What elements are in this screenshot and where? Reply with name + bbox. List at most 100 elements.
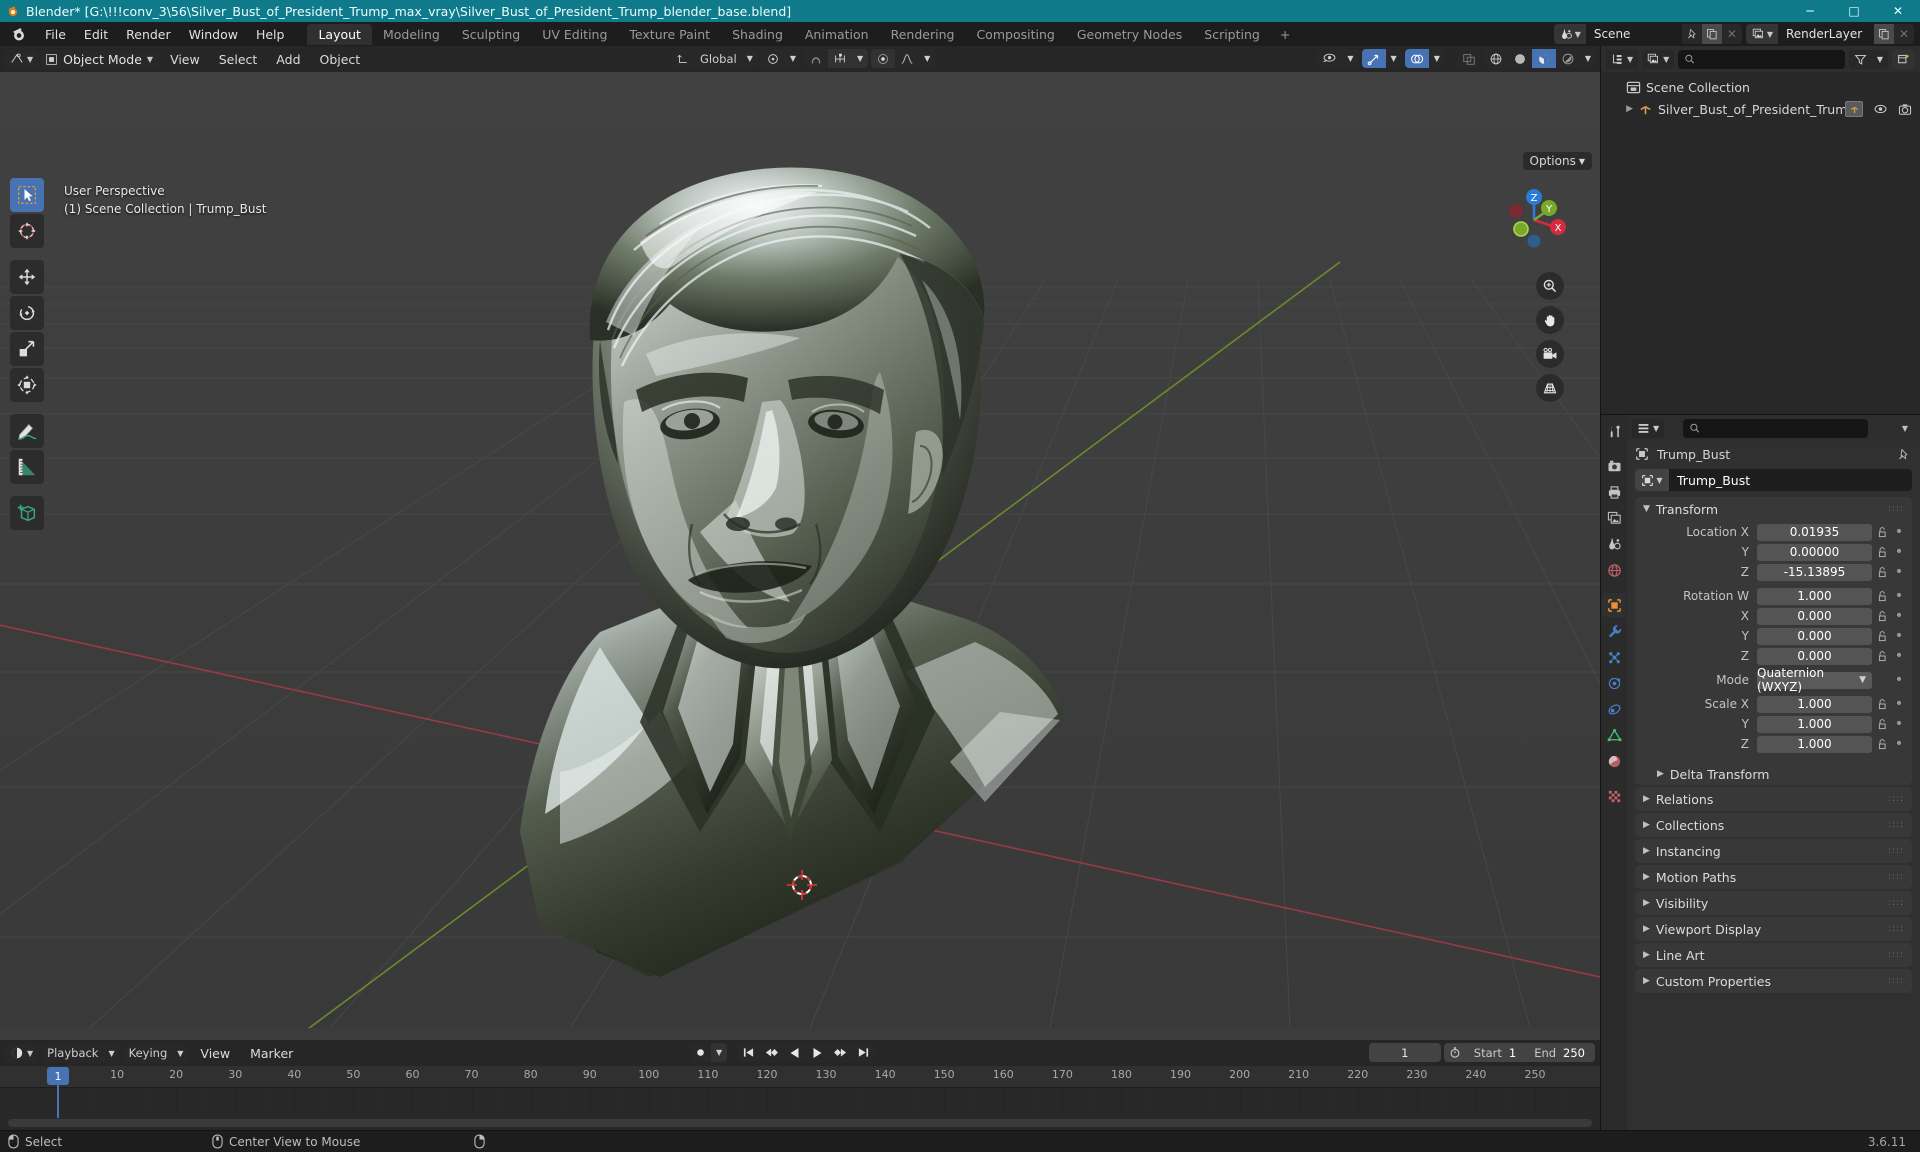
animate-property-dot[interactable]: • bbox=[1892, 609, 1906, 623]
snap-chevron-down-icon[interactable]: ▼ bbox=[852, 49, 869, 68]
viewport-menu-view[interactable]: View bbox=[162, 50, 208, 69]
animate-property-dot[interactable]: • bbox=[1892, 717, 1906, 731]
shading-mode-group[interactable]: ▼ bbox=[1483, 49, 1596, 68]
lock-toggle[interactable] bbox=[1872, 630, 1892, 643]
playback-menu[interactable]: Playback ▼ bbox=[42, 1043, 120, 1063]
move-view-button[interactable] bbox=[1536, 306, 1564, 334]
tab-object-data[interactable] bbox=[1602, 723, 1626, 747]
delete-viewlayer-button[interactable]: ✕ bbox=[1894, 24, 1914, 44]
chevron-right-icon[interactable]: ▶ bbox=[1643, 794, 1650, 804]
new-scene-button[interactable] bbox=[1701, 24, 1722, 44]
cursor-tool-button[interactable] bbox=[10, 214, 44, 248]
overlay-chevron-down-icon[interactable]: ▼ bbox=[1428, 49, 1445, 68]
tab-render[interactable] bbox=[1602, 454, 1626, 478]
scale-tool-button[interactable] bbox=[10, 332, 44, 366]
lock-toggle[interactable] bbox=[1872, 718, 1892, 731]
properties-panel-motion-paths[interactable]: ▶ Motion Paths:::: bbox=[1635, 865, 1912, 889]
lock-toggle[interactable] bbox=[1872, 526, 1892, 539]
gizmo-toggle-group[interactable]: ▼ bbox=[1361, 49, 1402, 68]
shading-chevron-down-icon[interactable]: ▼ bbox=[1579, 49, 1596, 68]
chevron-right-icon[interactable]: ▶ bbox=[1643, 820, 1650, 830]
timeline-horizontal-scrollbar[interactable] bbox=[8, 1119, 1592, 1127]
lock-toggle[interactable] bbox=[1872, 566, 1892, 579]
filter-chevron-down-icon[interactable]: ▼ bbox=[1871, 49, 1888, 69]
auto-keying-toggle[interactable]: ▼ bbox=[690, 1043, 728, 1062]
tab-sculpting[interactable]: Sculpting bbox=[451, 24, 531, 45]
outliner-row-scene-collection[interactable]: Scene Collection bbox=[1601, 76, 1920, 98]
jump-to-end-button[interactable] bbox=[852, 1043, 876, 1062]
transform-row-value[interactable]: 0.00000 bbox=[1757, 543, 1872, 561]
falloff-icon[interactable] bbox=[895, 49, 920, 68]
lock-toggle[interactable] bbox=[1872, 610, 1892, 623]
scene-icon[interactable]: ▼ bbox=[1553, 24, 1586, 44]
chevron-right-icon[interactable]: ▶ bbox=[1657, 769, 1664, 779]
next-keyframe-button[interactable] bbox=[828, 1043, 853, 1062]
transform-row-value[interactable]: -15.13895 bbox=[1757, 563, 1872, 581]
viewport-options-button[interactable]: Options ▼ bbox=[1522, 152, 1592, 170]
pin-scene-icon[interactable] bbox=[1682, 24, 1702, 44]
playhead-handle[interactable]: 1 bbox=[47, 1067, 69, 1085]
animate-property-dot[interactable]: • bbox=[1892, 565, 1906, 579]
delete-scene-button[interactable]: ✕ bbox=[1722, 24, 1742, 44]
properties-panel-viewport-display[interactable]: ▶ Viewport Display:::: bbox=[1635, 917, 1912, 941]
keying-label[interactable]: Keying bbox=[123, 1043, 173, 1063]
playback-label[interactable]: Playback bbox=[42, 1043, 104, 1063]
editor-type-icon[interactable]: ▼ bbox=[5, 49, 39, 69]
magnet-icon[interactable] bbox=[804, 49, 828, 68]
animate-property-dot[interactable]: • bbox=[1892, 649, 1906, 663]
tab-geometry-nodes[interactable]: Geometry Nodes bbox=[1066, 24, 1193, 45]
visibility-selector[interactable]: ▼ bbox=[1317, 49, 1359, 68]
tab-modeling[interactable]: Modeling bbox=[372, 24, 451, 45]
chevron-right-icon[interactable]: ▶ bbox=[1643, 898, 1650, 908]
new-viewlayer-button[interactable] bbox=[1874, 24, 1894, 44]
proportional-icon[interactable] bbox=[871, 49, 896, 68]
current-frame-field[interactable]: 1 bbox=[1368, 1043, 1441, 1062]
scene-selector[interactable]: ▼ Scene ✕ bbox=[1553, 24, 1742, 44]
transform-row-dropdown[interactable]: Quaternion (WXYZ) ▼ bbox=[1757, 666, 1872, 694]
chevron-right-icon[interactable]: ▶ bbox=[1643, 950, 1650, 960]
solid-shading-button[interactable] bbox=[1507, 49, 1532, 68]
menu-edit[interactable]: Edit bbox=[75, 24, 117, 45]
tab-rendering[interactable]: Rendering bbox=[880, 24, 966, 45]
move-tool-button[interactable] bbox=[10, 260, 44, 294]
snap-controls[interactable]: ▼ bbox=[804, 49, 869, 68]
lock-toggle[interactable] bbox=[1872, 546, 1892, 559]
hide-in-viewport-icon[interactable] bbox=[1873, 103, 1888, 115]
keying-menu[interactable]: Keying ▼ bbox=[123, 1043, 189, 1063]
wireframe-shading-button[interactable] bbox=[1483, 49, 1508, 68]
tab-animation[interactable]: Animation bbox=[794, 24, 880, 45]
playback-chevron-down-icon[interactable]: ▼ bbox=[103, 1043, 120, 1063]
outliner-editor-type[interactable]: ▼ bbox=[1606, 49, 1639, 69]
outliner-row-object[interactable]: ▶ Silver_Bust_of_President_Trump bbox=[1601, 98, 1920, 120]
add-cube-tool-button[interactable] bbox=[10, 496, 44, 530]
object-name-value[interactable]: Trump_Bust bbox=[1669, 473, 1750, 488]
interaction-mode-selector[interactable]: Object Mode ▼ bbox=[41, 49, 160, 69]
properties-panel-instancing[interactable]: ▶ Instancing:::: bbox=[1635, 839, 1912, 863]
lock-toggle[interactable] bbox=[1872, 590, 1892, 603]
chevron-down-icon[interactable]: ▼ bbox=[1643, 504, 1650, 514]
panel-header[interactable]: ▶ Motion Paths:::: bbox=[1635, 865, 1912, 889]
animate-property-dot[interactable]: • bbox=[1892, 673, 1906, 687]
object-data-badge[interactable] bbox=[1845, 101, 1863, 117]
close-button[interactable]: ✕ bbox=[1876, 0, 1920, 22]
outliner-tree[interactable]: Scene Collection ▶ Silver_Bust_of_Presid… bbox=[1601, 72, 1920, 414]
viewlayer-selector[interactable]: ▼ RenderLayer ✕ bbox=[1745, 24, 1914, 44]
view-layer-mode-icon[interactable]: ▼ bbox=[1642, 49, 1675, 69]
transform-row-value[interactable]: 1.000 bbox=[1757, 695, 1872, 713]
overlay-toggle-group[interactable]: ▼ bbox=[1404, 49, 1445, 68]
end-value[interactable]: 250 bbox=[1561, 1046, 1595, 1060]
panel-header[interactable]: ▶ Visibility:::: bbox=[1635, 891, 1912, 915]
properties-panel-custom-properties[interactable]: ▶ Custom Properties:::: bbox=[1635, 969, 1912, 993]
object-visibility-icon[interactable] bbox=[1317, 49, 1343, 68]
delta-transform-subpanel[interactable]: ▶ Delta Transform bbox=[1635, 763, 1912, 785]
orientation-icon[interactable] bbox=[672, 49, 695, 68]
play-reverse-button[interactable] bbox=[784, 1043, 807, 1062]
tab-layout[interactable]: Layout bbox=[307, 23, 372, 45]
expand-chevron-right-icon[interactable]: ▶ bbox=[1607, 104, 1633, 114]
timeline-body[interactable]: 10 20 30 40 50 60 70 80 90 100 110 120 130 140 150 160 1… bbox=[0, 1066, 1600, 1130]
toggle-xray-button[interactable] bbox=[1456, 49, 1481, 68]
menu-file[interactable]: File bbox=[36, 24, 75, 45]
timeline-editor-icon[interactable]: ▼ bbox=[5, 1043, 39, 1063]
properties-editor-icon[interactable]: ▼ bbox=[1632, 418, 1665, 438]
timeline-editor-type[interactable]: ▼ bbox=[5, 1043, 39, 1063]
